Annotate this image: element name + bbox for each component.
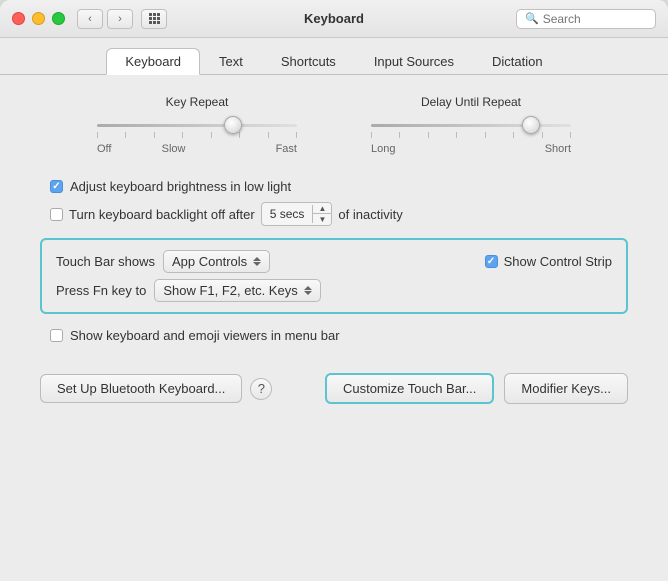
touch-bar-shows-row: Touch Bar shows App Controls Show Contro… bbox=[56, 250, 612, 273]
tick-marks bbox=[97, 132, 297, 138]
show-control-strip-row: Show Control Strip bbox=[485, 254, 612, 269]
delay-repeat-track bbox=[371, 124, 571, 127]
delay-until-repeat-group: Delay Until Repeat Long Short bbox=[334, 95, 608, 155]
stepper-down-button[interactable]: ▼ bbox=[313, 214, 331, 225]
tab-shortcuts[interactable]: Shortcuts bbox=[262, 48, 355, 75]
bluetooth-button[interactable]: Set Up Bluetooth Keyboard... bbox=[40, 374, 242, 403]
close-button[interactable] bbox=[12, 12, 25, 25]
tab-input-sources[interactable]: Input Sources bbox=[355, 48, 473, 75]
nav-buttons: ‹ › bbox=[77, 9, 167, 29]
fn-key-value: Show F1, F2, etc. Keys bbox=[163, 283, 297, 298]
backlight-row: Turn keyboard backlight off after 5 secs… bbox=[40, 202, 628, 226]
maximize-button[interactable] bbox=[52, 12, 65, 25]
search-icon: 🔍 bbox=[525, 12, 539, 25]
tab-dictation[interactable]: Dictation bbox=[473, 48, 562, 75]
key-repeat-label: Key Repeat bbox=[166, 95, 229, 109]
grid-button[interactable] bbox=[141, 9, 167, 29]
tab-keyboard[interactable]: Keyboard bbox=[106, 48, 200, 75]
touch-bar-shows-label: Touch Bar shows bbox=[56, 254, 155, 269]
grid-icon bbox=[149, 13, 160, 24]
delay-until-repeat-label: Delay Until Repeat bbox=[421, 95, 521, 109]
delay-repeat-labels: Long Short bbox=[371, 143, 571, 155]
stepper-buttons: ▲ ▼ bbox=[313, 203, 331, 225]
touch-bar-shows-dropdown[interactable]: App Controls bbox=[163, 250, 270, 273]
fn-key-dropdown[interactable]: Show F1, F2, etc. Keys bbox=[154, 279, 320, 302]
tab-text[interactable]: Text bbox=[200, 48, 262, 75]
delay-tick-marks bbox=[371, 132, 571, 138]
key-repeat-right-label: Fast bbox=[276, 143, 297, 155]
fn-key-row: Press Fn key to Show F1, F2, etc. Keys bbox=[56, 279, 612, 302]
modifier-keys-button[interactable]: Modifier Keys... bbox=[504, 373, 628, 404]
key-repeat-slow-label: Slow bbox=[162, 143, 186, 155]
brightness-label: Adjust keyboard brightness in low light bbox=[70, 179, 291, 194]
customize-touch-bar-button[interactable]: Customize Touch Bar... bbox=[325, 373, 494, 404]
inactivity-value: 5 secs bbox=[262, 205, 314, 223]
dropdown-arrow-icon bbox=[253, 257, 261, 266]
forward-button[interactable]: › bbox=[107, 9, 133, 29]
brightness-row: Adjust keyboard brightness in low light bbox=[40, 179, 628, 194]
backlight-label: Turn keyboard backlight off after bbox=[69, 207, 255, 222]
viewers-label: Show keyboard and emoji viewers in menu … bbox=[70, 328, 340, 343]
bluetooth-wrap: Set Up Bluetooth Keyboard... ? bbox=[40, 374, 272, 403]
delay-repeat-slider[interactable] bbox=[371, 115, 571, 135]
delay-repeat-thumb[interactable] bbox=[522, 116, 540, 134]
search-box[interactable]: 🔍 bbox=[516, 9, 656, 29]
minimize-button[interactable] bbox=[32, 12, 45, 25]
key-repeat-slider[interactable] bbox=[97, 115, 297, 135]
show-control-strip-checkbox[interactable] bbox=[485, 255, 498, 268]
viewers-row: Show keyboard and emoji viewers in menu … bbox=[40, 328, 628, 343]
delay-right-label: Short bbox=[545, 143, 571, 155]
key-repeat-left-label: Off bbox=[97, 143, 111, 155]
key-repeat-thumb[interactable] bbox=[224, 116, 242, 134]
content-area: Key Repeat Off Slow Fast bbox=[0, 74, 668, 581]
delay-left-label: Long bbox=[371, 143, 395, 155]
traffic-lights bbox=[12, 12, 65, 25]
backlight-checkbox[interactable] bbox=[50, 208, 63, 221]
touch-bar-group: Touch Bar shows App Controls Show Contro… bbox=[40, 238, 628, 314]
fn-key-label: Press Fn key to bbox=[56, 283, 146, 298]
key-repeat-group: Key Repeat Off Slow Fast bbox=[60, 95, 334, 155]
help-button[interactable]: ? bbox=[250, 378, 272, 400]
right-buttons: Customize Touch Bar... Modifier Keys... bbox=[325, 373, 628, 404]
viewers-checkbox[interactable] bbox=[50, 329, 63, 342]
brightness-checkbox[interactable] bbox=[50, 180, 63, 193]
tab-bar: Keyboard Text Shortcuts Input Sources Di… bbox=[0, 38, 668, 75]
titlebar: ‹ › Keyboard 🔍 bbox=[0, 0, 668, 38]
inactivity-suffix: of inactivity bbox=[338, 207, 402, 222]
bottom-row: Set Up Bluetooth Keyboard... ? Customize… bbox=[40, 373, 628, 404]
fn-dropdown-arrow-icon bbox=[304, 286, 312, 295]
touch-bar-shows-value: App Controls bbox=[172, 254, 247, 269]
sliders-row: Key Repeat Off Slow Fast bbox=[40, 95, 628, 155]
stepper-up-button[interactable]: ▲ bbox=[313, 203, 331, 214]
window-title: Keyboard bbox=[304, 11, 364, 26]
inactivity-stepper[interactable]: 5 secs ▲ ▼ bbox=[261, 202, 333, 226]
show-control-strip-label: Show Control Strip bbox=[504, 254, 612, 269]
back-button[interactable]: ‹ bbox=[77, 9, 103, 29]
search-input[interactable] bbox=[543, 12, 647, 26]
key-repeat-labels: Off Slow Fast bbox=[97, 143, 297, 155]
key-repeat-track bbox=[97, 124, 297, 127]
main-window: ‹ › Keyboard 🔍 Keyboard Text Shortcuts bbox=[0, 0, 668, 581]
